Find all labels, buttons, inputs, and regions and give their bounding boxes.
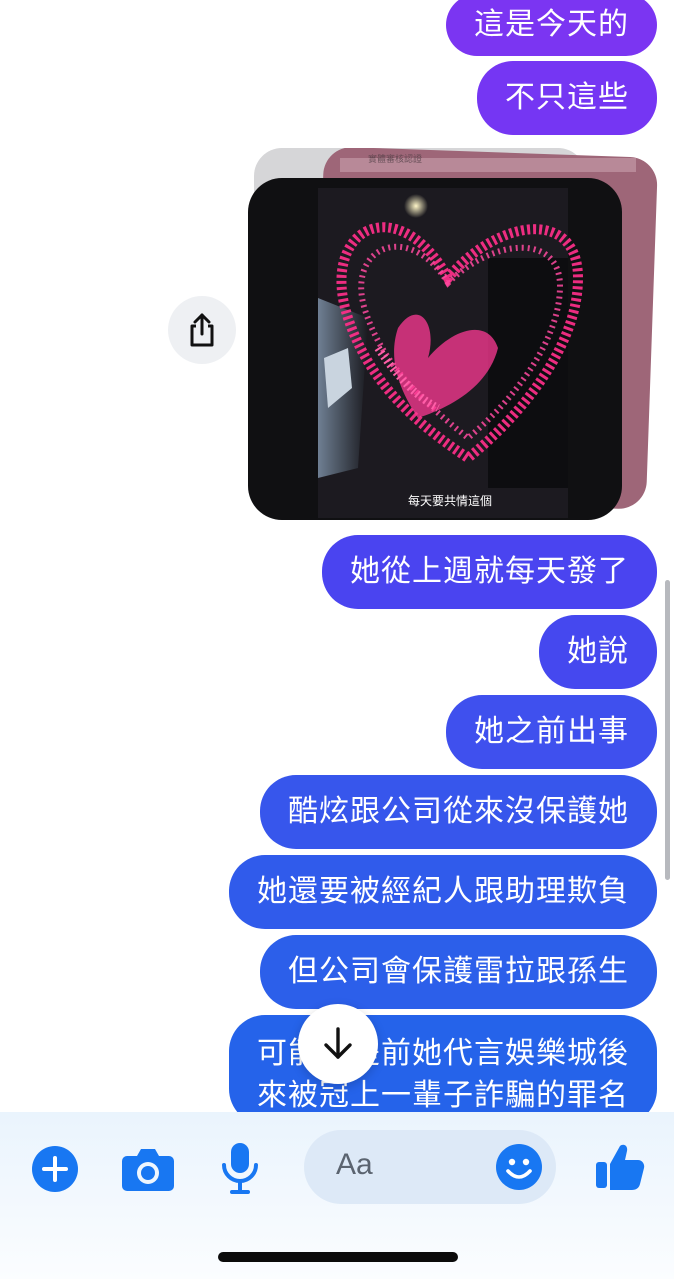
message-bubble[interactable]: 酷炫跟公司從來沒保護她: [260, 775, 657, 849]
add-button[interactable]: [30, 1144, 80, 1194]
message-text: 酷炫跟公司從來沒保護她: [288, 794, 629, 829]
message-text: 她之前出事: [474, 714, 629, 749]
thumbs-up-icon: [596, 1144, 645, 1190]
message-input-placeholder: Aa: [336, 1148, 373, 1181]
media-stack[interactable]: 每天要共情這個 實體審核認證: [248, 147, 658, 523]
arrow-down-icon: [324, 1027, 352, 1059]
video-top-caption: 實體審核認證: [368, 155, 423, 165]
emoji-button[interactable]: [494, 1142, 544, 1192]
scrollbar[interactable]: [665, 580, 670, 880]
message-text: 她還要被經紀人跟助理欺負: [257, 874, 629, 909]
video-thumbnail: [248, 147, 658, 520]
message-bubble[interactable]: 不只這些: [477, 61, 657, 135]
message-bubble[interactable]: 這是今天的: [446, 0, 657, 56]
message-composer: Aa: [0, 1112, 674, 1279]
message-text: 她從上週就每天發了: [350, 554, 629, 589]
message-bubble[interactable]: 她從上週就每天發了: [322, 535, 657, 609]
microphone-button[interactable]: [218, 1140, 262, 1196]
plus-icon: [32, 1146, 78, 1192]
message-text: 但公司會保護雷拉跟孫生: [288, 954, 629, 989]
microphone-icon: [222, 1143, 258, 1194]
like-button[interactable]: [592, 1138, 648, 1194]
message-bubble[interactable]: 她說: [539, 615, 657, 689]
message-input[interactable]: Aa: [304, 1130, 556, 1204]
message-bubble[interactable]: 她還要被經紀人跟助理欺負: [229, 855, 657, 929]
message-bubble[interactable]: 可能就是前她代言娛樂城後 來被冠上一輩子詐騙的罪名: [229, 1015, 657, 1125]
message-bubble[interactable]: 她之前出事: [446, 695, 657, 769]
message-text: 不只這些: [505, 80, 629, 115]
share-button[interactable]: [168, 296, 236, 364]
video-caption: 每天要共情這個: [408, 494, 493, 508]
camera-icon: [122, 1149, 174, 1191]
message-text: 她說: [567, 634, 629, 669]
share-icon: [190, 313, 214, 347]
home-indicator: [218, 1252, 458, 1262]
message-text: 這是今天的: [474, 7, 629, 42]
message-bubble[interactable]: 但公司會保護雷拉跟孫生: [260, 935, 657, 1009]
camera-button[interactable]: [120, 1144, 176, 1194]
scroll-to-bottom-button[interactable]: [298, 1004, 378, 1084]
emoji-icon: [496, 1144, 542, 1190]
